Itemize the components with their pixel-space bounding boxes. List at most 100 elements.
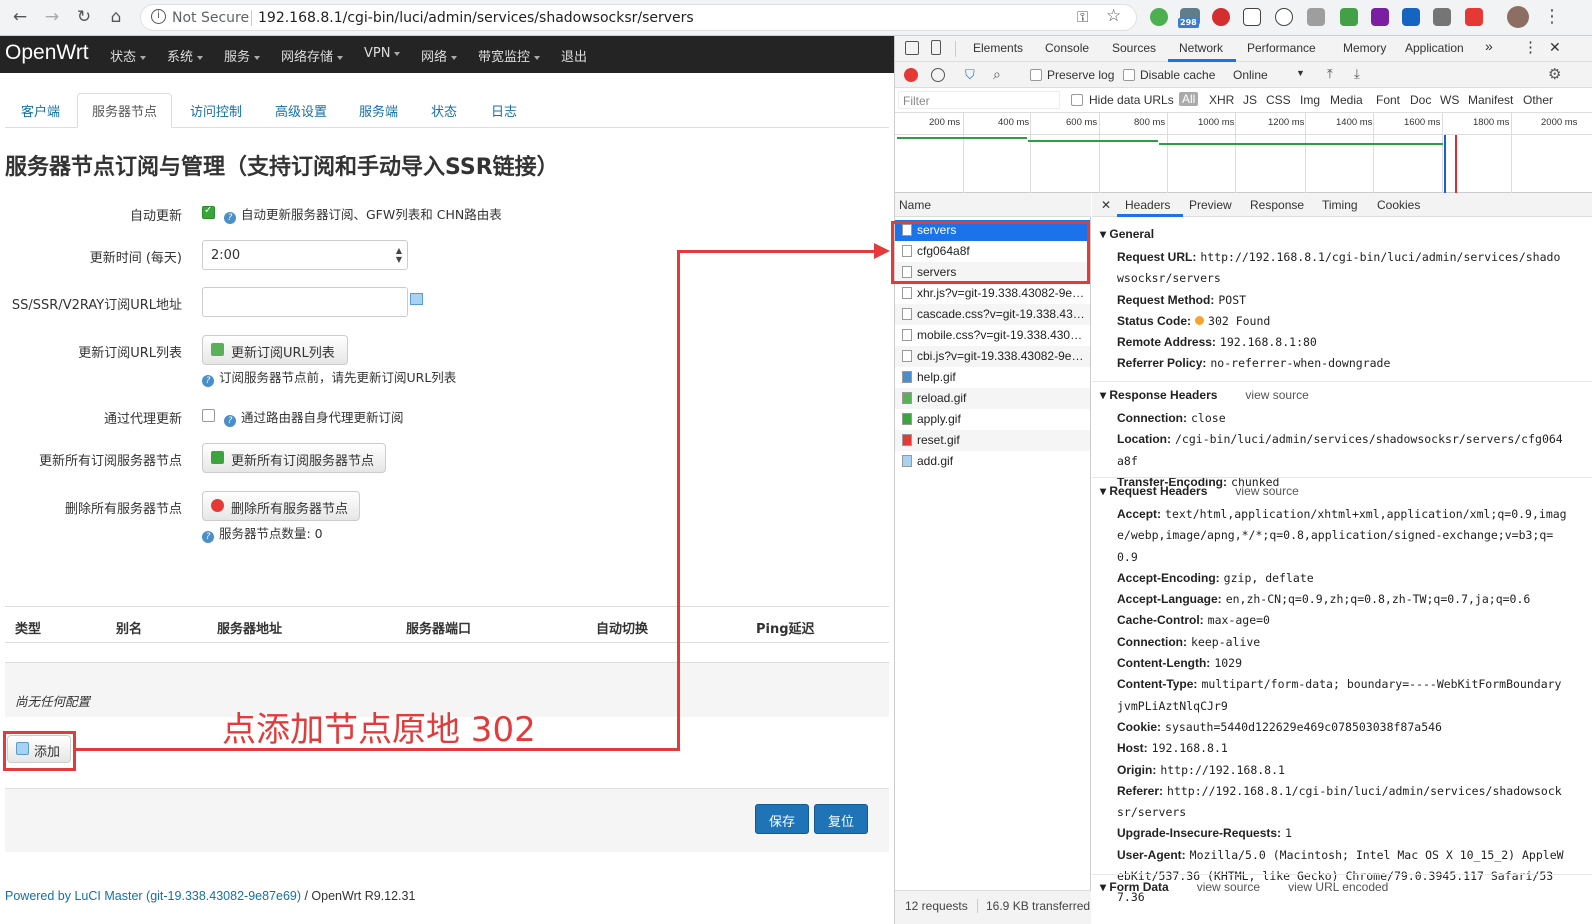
info-ext-icon[interactable] — [1275, 8, 1293, 26]
view-url-encoded-link[interactable]: view URL encoded — [1288, 880, 1388, 894]
type-css[interactable]: CSS — [1266, 93, 1291, 107]
xp-icon[interactable] — [1371, 8, 1389, 26]
kebab-menu-icon[interactable]: ⋮ — [1523, 38, 1538, 56]
update-all-button[interactable]: 更新所有订阅服务器节点 — [202, 443, 386, 473]
device-toolbar-icon[interactable] — [931, 40, 941, 55]
detail-tab-response[interactable]: Response — [1250, 198, 1304, 212]
record-icon[interactable] — [904, 68, 918, 82]
update-url-list-button[interactable]: 更新订阅URL列表 — [202, 335, 348, 365]
tab-servers[interactable]: 服务器节点 — [77, 93, 172, 128]
form-data-section[interactable]: ▾ Form Data view source view URL encoded — [1100, 880, 1388, 894]
type-media[interactable]: Media — [1330, 93, 1363, 107]
tab-log[interactable]: 日志 — [491, 101, 517, 120]
menu-system[interactable]: 系统 — [167, 46, 204, 65]
filter-icon[interactable]: ⛉ — [965, 67, 975, 83]
url-text[interactable]: 192.168.8.1/cgi-bin/luci/admin/services/… — [258, 10, 694, 26]
kebab-menu-icon[interactable]: ⋮ — [1540, 6, 1564, 30]
delete-all-button[interactable]: 删除所有服务器节点 — [202, 491, 360, 521]
v-ext-icon[interactable] — [1402, 8, 1420, 26]
type-doc[interactable]: Doc — [1410, 93, 1431, 107]
footer-luci-link[interactable]: Powered by LuCI Master (git-19.338.43082… — [5, 889, 301, 903]
back-icon[interactable]: ← — [8, 6, 32, 30]
info-icon[interactable]: i — [151, 9, 166, 24]
devtab-console[interactable]: Console — [1045, 41, 1089, 55]
request-row[interactable]: mobile.css?v=git-19.338.430… — [895, 325, 1090, 346]
tab-advanced[interactable]: 高级设置 — [275, 101, 327, 120]
preserve-log-checkbox[interactable] — [1030, 69, 1042, 81]
view-source-link[interactable]: view source — [1235, 484, 1298, 498]
forward-icon[interactable]: → — [40, 6, 64, 30]
tab-server[interactable]: 服务端 — [359, 101, 398, 120]
devtab-application[interactable]: Application — [1405, 41, 1464, 55]
disable-cache-checkbox[interactable] — [1123, 69, 1135, 81]
sub-url-input[interactable] — [202, 287, 408, 317]
request-row[interactable]: reload.gif — [895, 388, 1090, 409]
menu-nas[interactable]: 网络存储 — [281, 46, 344, 65]
pocket-icon[interactable] — [1243, 8, 1261, 26]
throttle-select[interactable]: Online — [1233, 68, 1268, 82]
star-icon[interactable]: ☆ — [1106, 6, 1121, 26]
s-ext-icon[interactable] — [1307, 8, 1325, 26]
export-har-icon[interactable]: ⤓ — [1354, 66, 1360, 82]
devtab-elements[interactable]: Elements — [973, 41, 1023, 55]
close-detail-icon[interactable]: ✕ — [1101, 198, 1111, 212]
type-xhr[interactable]: XHR — [1209, 93, 1234, 107]
devtab-memory[interactable]: Memory — [1343, 41, 1386, 55]
tab-access-control[interactable]: 访问控制 — [190, 101, 242, 120]
request-row[interactable]: help.gif — [895, 367, 1090, 388]
request-row[interactable]: xhr.js?v=git-19.338.43082-9e… — [895, 283, 1090, 304]
view-source-link[interactable]: view source — [1197, 880, 1260, 894]
search-icon[interactable]: ⌕ — [993, 66, 1001, 83]
extension-icon[interactable] — [1150, 8, 1168, 26]
detail-tab-headers[interactable]: Headers — [1125, 198, 1170, 212]
general-section[interactable]: ▾ General — [1100, 227, 1154, 241]
menu-services[interactable]: 服务 — [224, 46, 261, 65]
tab-client[interactable]: 客户端 — [21, 101, 60, 120]
type-manifest[interactable]: Manifest — [1468, 93, 1513, 107]
type-js[interactable]: JS — [1243, 93, 1257, 107]
tab-status[interactable]: 状态 — [431, 101, 457, 120]
address-bar[interactable]: i Not Secure 192.168.8.1/cgi-bin/luci/ad… — [140, 4, 1137, 31]
auto-update-checkbox[interactable] — [202, 205, 215, 219]
menu-bandwidth[interactable]: 带宽监控 — [478, 46, 541, 65]
menu-network[interactable]: 网络 — [421, 46, 458, 65]
detail-tab-preview[interactable]: Preview — [1189, 198, 1232, 212]
type-ws[interactable]: WS — [1440, 93, 1459, 107]
detail-tab-cookies[interactable]: Cookies — [1377, 198, 1420, 212]
request-row[interactable]: apply.gif — [895, 409, 1090, 430]
detail-tab-timing[interactable]: Timing — [1322, 198, 1358, 212]
inspect-icon[interactable] — [905, 41, 919, 55]
import-har-icon[interactable]: ⤒ — [1327, 66, 1333, 82]
add-entry-icon[interactable] — [410, 293, 423, 305]
name-column-header[interactable]: Name — [895, 193, 1091, 217]
request-headers-section[interactable]: ▾ Request Headers view source — [1100, 484, 1299, 498]
request-row[interactable]: add.gif — [895, 451, 1090, 472]
menu-vpn[interactable]: VPN — [364, 46, 401, 61]
type-all[interactable]: All — [1179, 92, 1199, 106]
puzzle-icon[interactable] — [1340, 8, 1358, 26]
close-icon[interactable]: ✕ — [1549, 39, 1561, 56]
extension-badge-icon[interactable]: 298 — [1178, 8, 1200, 28]
menu-logout[interactable]: 退出 — [561, 46, 587, 65]
request-row[interactable]: reset.gif — [895, 430, 1090, 451]
reset-button[interactable]: 复位 — [814, 804, 868, 834]
brand-logo[interactable]: OpenWrt — [5, 41, 89, 65]
hide-data-urls-checkbox[interactable] — [1071, 94, 1083, 106]
type-img[interactable]: Img — [1300, 93, 1320, 107]
devtab-network[interactable]: Network — [1179, 41, 1223, 55]
home-icon[interactable]: ⌂ — [104, 6, 128, 30]
request-row[interactable]: cascade.css?v=git-19.338.43… — [895, 304, 1090, 325]
adblock-icon[interactable] — [1212, 8, 1230, 26]
key-icon[interactable]: ⚿ — [1077, 8, 1088, 26]
request-row[interactable]: cbi.js?v=git-19.338.43082-9e… — [895, 346, 1090, 367]
clear-icon[interactable] — [931, 68, 945, 82]
timeline-overview[interactable]: 200 ms 400 ms 600 ms 800 ms 1000 ms 1200… — [895, 113, 1592, 193]
devtab-sources[interactable]: Sources — [1112, 41, 1156, 55]
discount-icon[interactable] — [1465, 8, 1483, 26]
type-other[interactable]: Other — [1523, 93, 1553, 107]
camera-icon[interactable] — [1433, 8, 1451, 26]
filter-input[interactable]: Filter — [898, 91, 1060, 109]
update-time-select[interactable]: 2:00 ▲ ▼ — [202, 240, 408, 270]
reload-icon[interactable]: ↻ — [72, 6, 96, 30]
save-button[interactable]: 保存 — [755, 804, 809, 834]
